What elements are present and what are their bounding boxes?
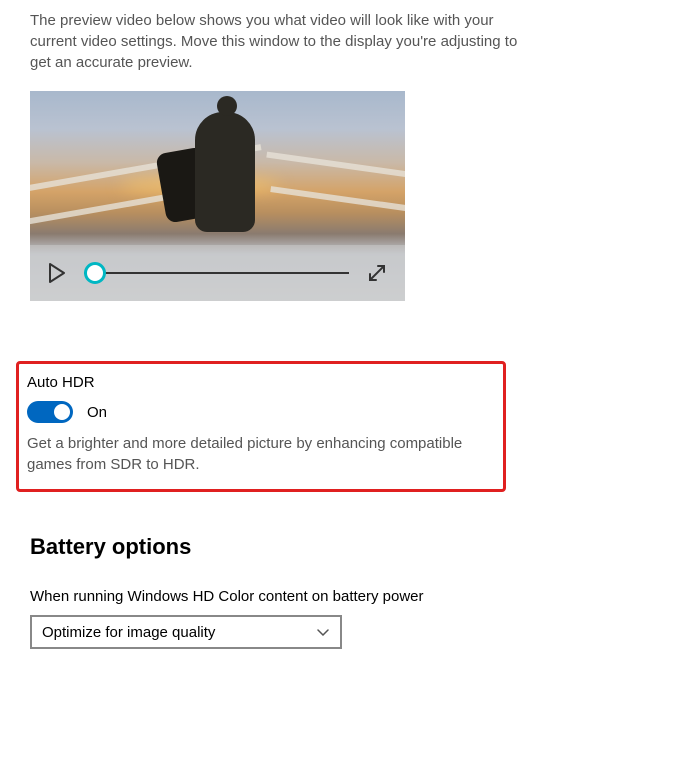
auto-hdr-title: Auto HDR: [27, 374, 495, 391]
decorative-rail: [267, 152, 405, 179]
preview-description: The preview video below shows you what v…: [30, 10, 520, 73]
video-preview: [30, 91, 405, 301]
auto-hdr-toggle-row: On: [27, 401, 495, 423]
battery-field-label: When running Windows HD Color content on…: [30, 588, 644, 605]
video-controls: [30, 245, 405, 301]
scrubber-thumb[interactable]: [84, 262, 106, 284]
auto-hdr-toggle[interactable]: [27, 401, 73, 423]
chevron-down-icon: [316, 627, 330, 637]
scrubber-track: [84, 272, 349, 274]
decorative-figure: [195, 112, 255, 232]
decorative-rail: [270, 186, 405, 212]
battery-option-selected: Optimize for image quality: [42, 624, 215, 641]
play-icon[interactable]: [48, 263, 66, 283]
auto-hdr-description: Get a brighter and more detailed picture…: [27, 433, 495, 475]
video-scrubber[interactable]: [84, 261, 349, 285]
auto-hdr-state-label: On: [87, 404, 107, 421]
auto-hdr-section: Auto HDR On Get a brighter and more deta…: [16, 361, 506, 492]
battery-options-heading: Battery options: [30, 534, 644, 560]
fullscreen-icon[interactable]: [367, 263, 387, 283]
battery-option-select[interactable]: Optimize for image quality: [30, 615, 342, 649]
